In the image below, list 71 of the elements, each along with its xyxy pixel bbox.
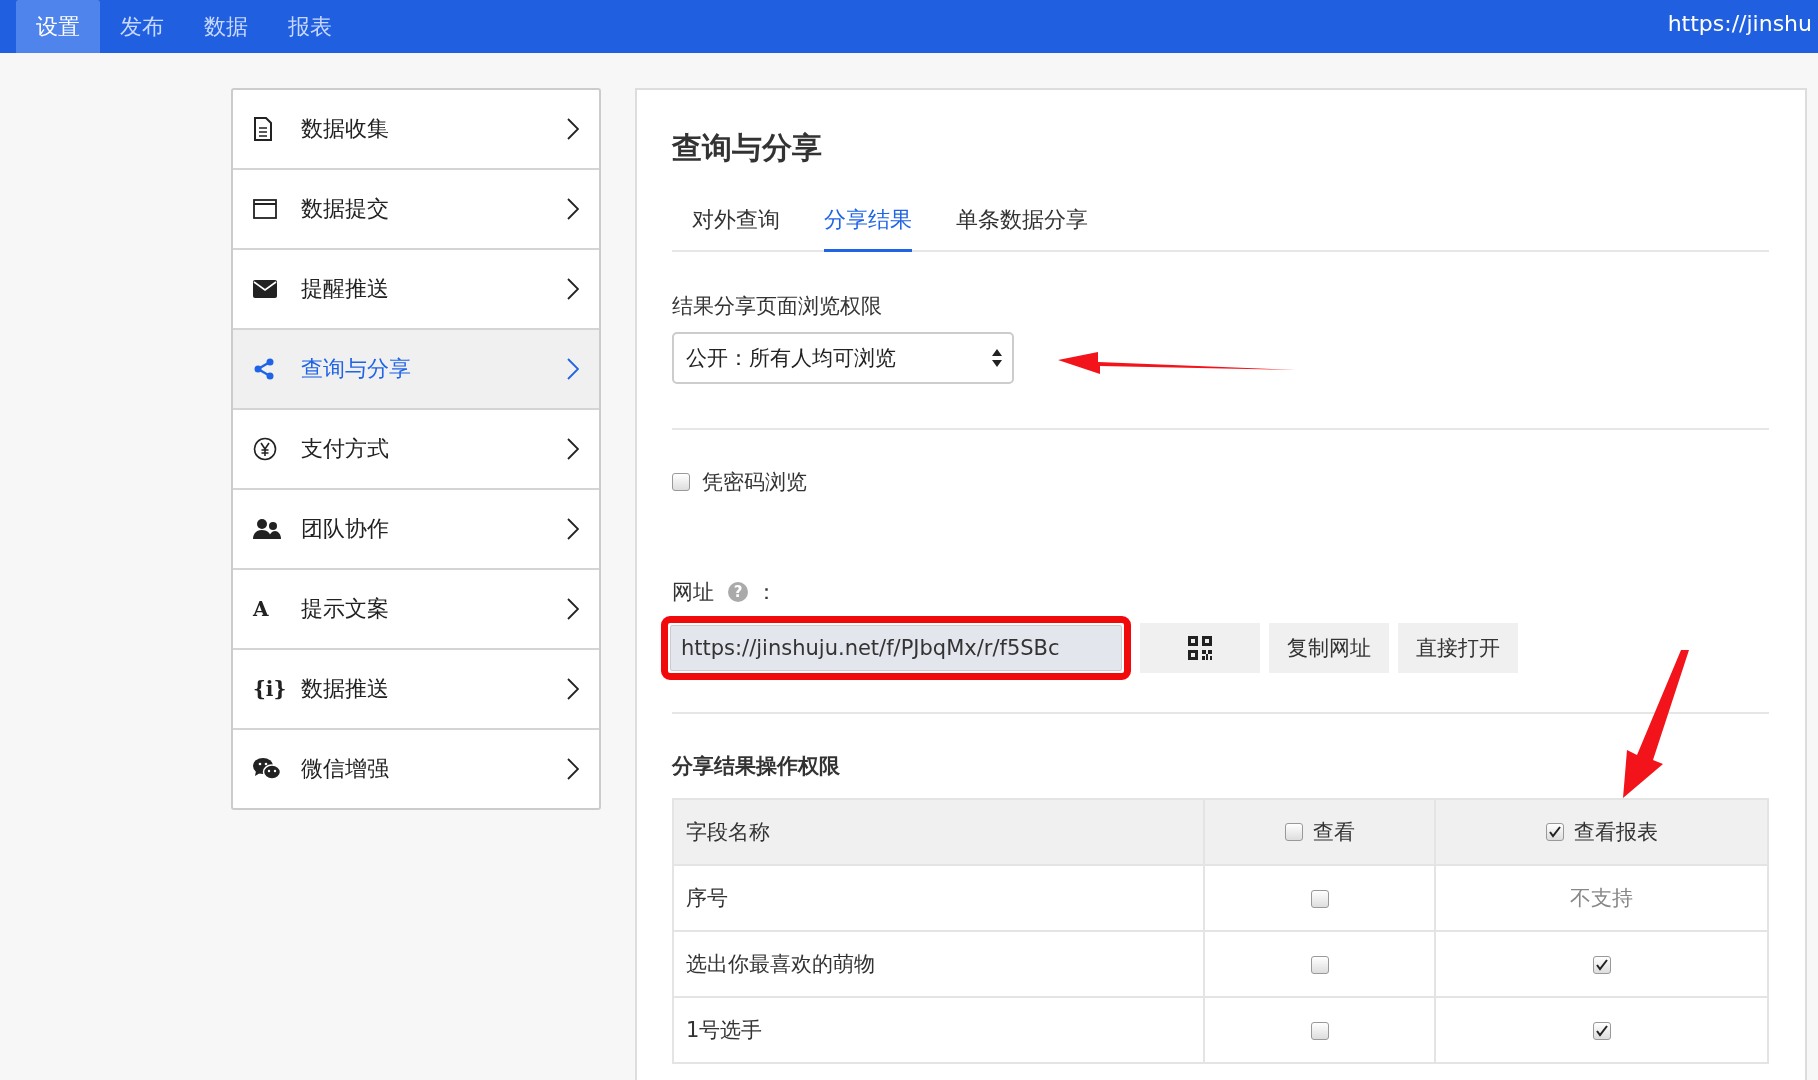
page-title: 查询与分享 — [672, 129, 823, 167]
action-button[interactable]: 直接打开 — [1398, 623, 1518, 673]
column-label: 查看报表 — [1573, 819, 1658, 846]
chevron-right-icon — [567, 678, 579, 700]
url-input[interactable]: https://jinshuju.net/f/PJbqMx/r/f5SBc — [670, 625, 1122, 671]
chevron-right-icon — [567, 598, 579, 620]
chevron-right-icon — [567, 438, 579, 460]
checkbox[interactable] — [1592, 956, 1611, 974]
checkbox[interactable] — [1310, 1022, 1329, 1040]
column-label: 查看 — [1312, 819, 1355, 846]
field-name: 选出你最喜欢的萌物 — [686, 952, 875, 976]
nav-tab[interactable]: 设置 — [16, 0, 100, 53]
site-url: https://jinshu — [1667, 11, 1812, 38]
chevron-right-icon — [567, 358, 579, 380]
checkbox[interactable] — [1310, 956, 1329, 974]
colon: ： — [756, 579, 777, 606]
sort-arrows-icon — [992, 349, 1002, 367]
action-button[interactable]: 复制网址 — [1269, 623, 1389, 673]
checkbox[interactable] — [1284, 823, 1303, 841]
field-label: 网址 — [672, 579, 714, 606]
sidebar-item[interactable]: 团队协作 — [233, 490, 599, 570]
sidebar-label: 数据收集 — [301, 115, 390, 143]
sidebar-label: 微信增强 — [301, 755, 390, 783]
sidebar-label: 提醒推送 — [301, 275, 390, 303]
sidebar-item[interactable]: 支付方式 — [233, 410, 599, 490]
window-icon — [253, 199, 277, 219]
field-name: 1号选手 — [686, 1018, 763, 1042]
sidebar-label: 数据推送 — [301, 675, 390, 703]
glyph-icon: {i} — [253, 677, 287, 701]
nav-tab[interactable]: 报表 — [268, 0, 352, 53]
sidebar-label: 支付方式 — [301, 435, 390, 463]
sidebar-item[interactable]: 微信增强 — [233, 730, 599, 808]
checkbox[interactable] — [672, 473, 690, 491]
chevron-right-icon — [567, 758, 579, 780]
chevron-right-icon — [567, 198, 579, 220]
column-label: 字段名称 — [686, 820, 770, 844]
field-label: 结果分享页面浏览权限 — [672, 293, 883, 320]
sidebar-label: 数据提交 — [301, 195, 390, 223]
glyph-icon: A — [253, 597, 269, 621]
sidebar-label: 团队协作 — [301, 515, 390, 543]
sidebar-label: 提示文案 — [301, 595, 390, 623]
chevron-right-icon — [567, 118, 579, 140]
unsupported-text: 不支持 — [1570, 886, 1633, 910]
nav-tab[interactable]: 发布 — [100, 0, 184, 53]
qr-code-icon — [1188, 636, 1212, 660]
yen-coin-icon — [253, 437, 277, 461]
chevron-right-icon — [567, 518, 579, 540]
sidebar-label: 查询与分享 — [301, 355, 412, 383]
document-icon — [253, 117, 273, 141]
field-name: 序号 — [686, 886, 728, 910]
checkbox[interactable] — [1592, 1022, 1611, 1040]
qr-code-button[interactable] — [1140, 623, 1260, 673]
nav-tab[interactable]: 数据 — [184, 0, 268, 53]
tab[interactable]: 对外查询 — [692, 195, 780, 252]
checkbox[interactable] — [1545, 823, 1564, 841]
tab[interactable]: 单条数据分享 — [956, 195, 1088, 252]
sidebar-item[interactable]: 数据收集 — [233, 90, 599, 170]
envelope-icon — [253, 280, 277, 298]
tab[interactable]: 分享结果 — [824, 195, 912, 252]
checkbox[interactable] — [1310, 890, 1329, 908]
share-icon — [253, 358, 275, 380]
people-icon — [253, 518, 281, 540]
sidebar-item[interactable]: {i} 数据推送 — [233, 650, 599, 730]
sidebar-item[interactable]: 数据提交 — [233, 170, 599, 250]
chat-bubbles-icon — [253, 757, 281, 781]
chevron-right-icon — [567, 278, 579, 300]
section-heading: 分享结果操作权限 — [672, 753, 841, 780]
permission-dropdown[interactable]: 公开：所有人均可浏览 — [672, 332, 1014, 384]
sidebar-item[interactable]: 查询与分享 — [233, 330, 599, 410]
sidebar-item[interactable]: A 提示文案 — [233, 570, 599, 650]
checkbox-label: 凭密码浏览 — [702, 469, 807, 496]
